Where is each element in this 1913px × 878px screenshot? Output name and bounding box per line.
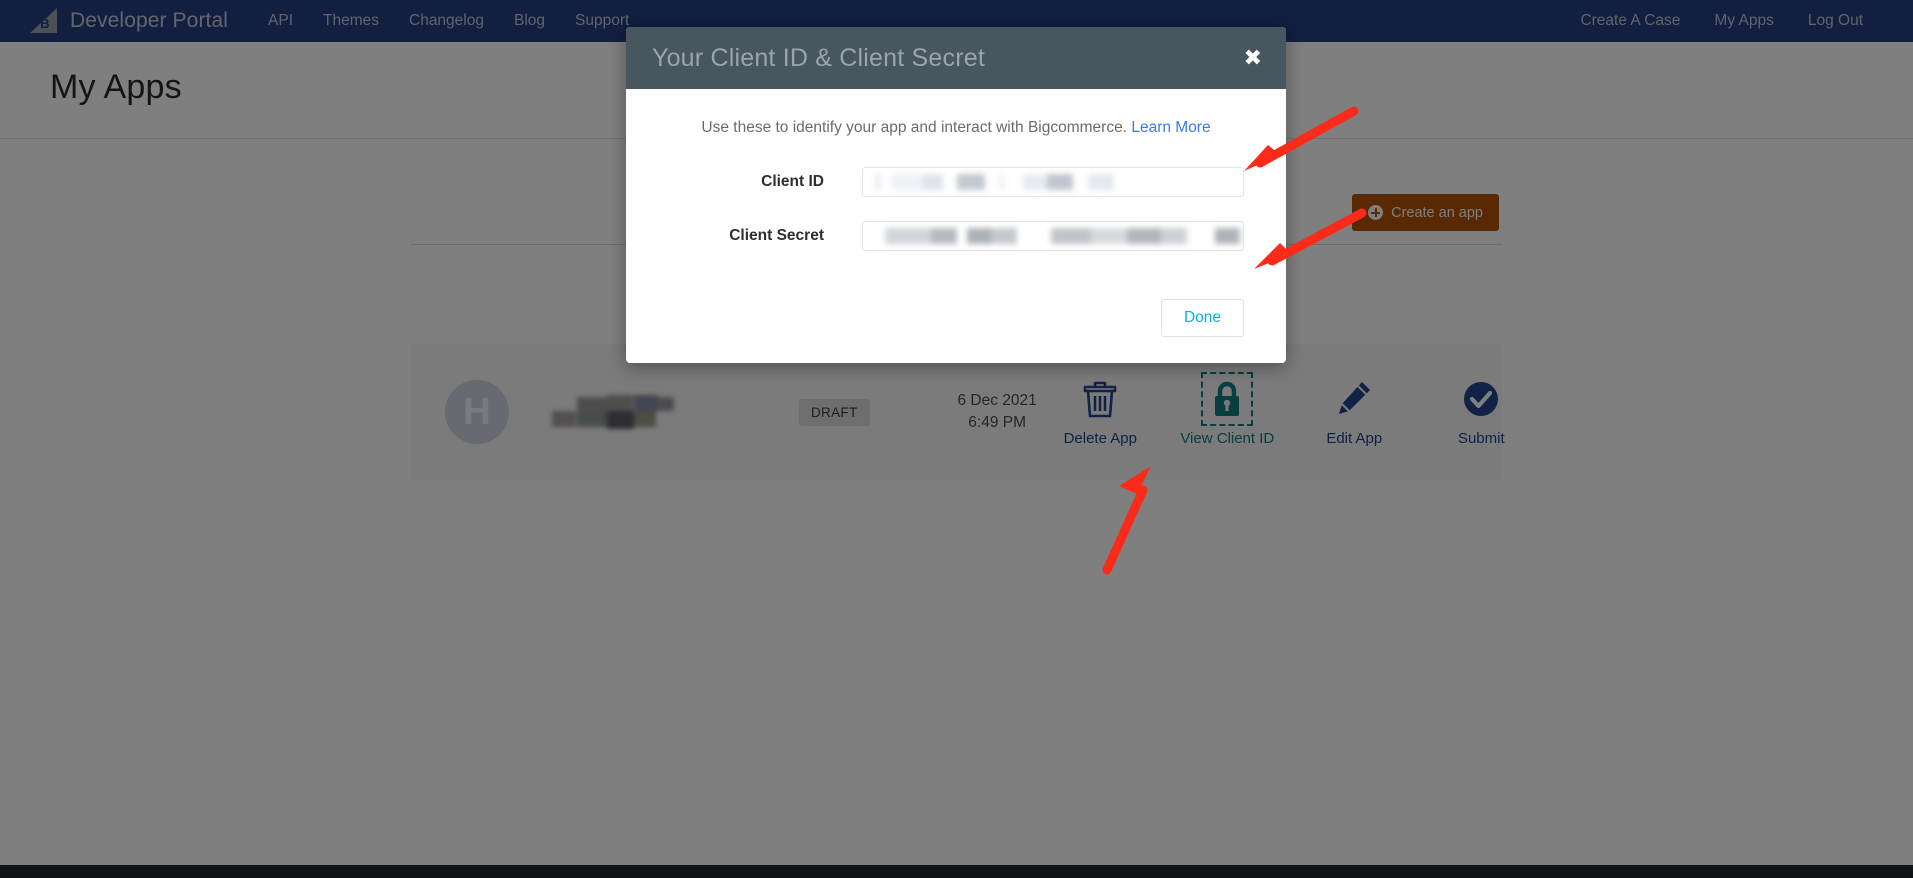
modal-description-text: Use these to identify your app and inter…	[701, 119, 1128, 136]
client-secret-label: Client Secret	[729, 227, 824, 244]
modal-header: Your Client ID & Client Secret ✖	[626, 27, 1286, 89]
modal-description: Use these to identify your app and inter…	[626, 119, 1286, 137]
client-credentials-modal: Your Client ID & Client Secret ✖ Use the…	[626, 27, 1286, 363]
client-secret-field[interactable]	[862, 221, 1244, 251]
modal-footer: Done	[626, 275, 1286, 363]
modal-title: Your Client ID & Client Secret	[652, 43, 986, 72]
client-id-label: Client ID	[761, 173, 824, 190]
done-button[interactable]: Done	[1160, 299, 1244, 337]
client-id-field[interactable]	[862, 167, 1244, 197]
client-id-redacted-value	[863, 168, 1243, 196]
modal-body: Use these to identify your app and inter…	[626, 89, 1286, 363]
learn-more-link[interactable]: Learn More	[1131, 119, 1210, 136]
client-id-row: Client ID	[626, 167, 1286, 197]
client-secret-redacted-value	[863, 222, 1243, 250]
client-secret-row: Client Secret	[626, 221, 1286, 251]
close-icon[interactable]: ✖	[1244, 47, 1262, 69]
